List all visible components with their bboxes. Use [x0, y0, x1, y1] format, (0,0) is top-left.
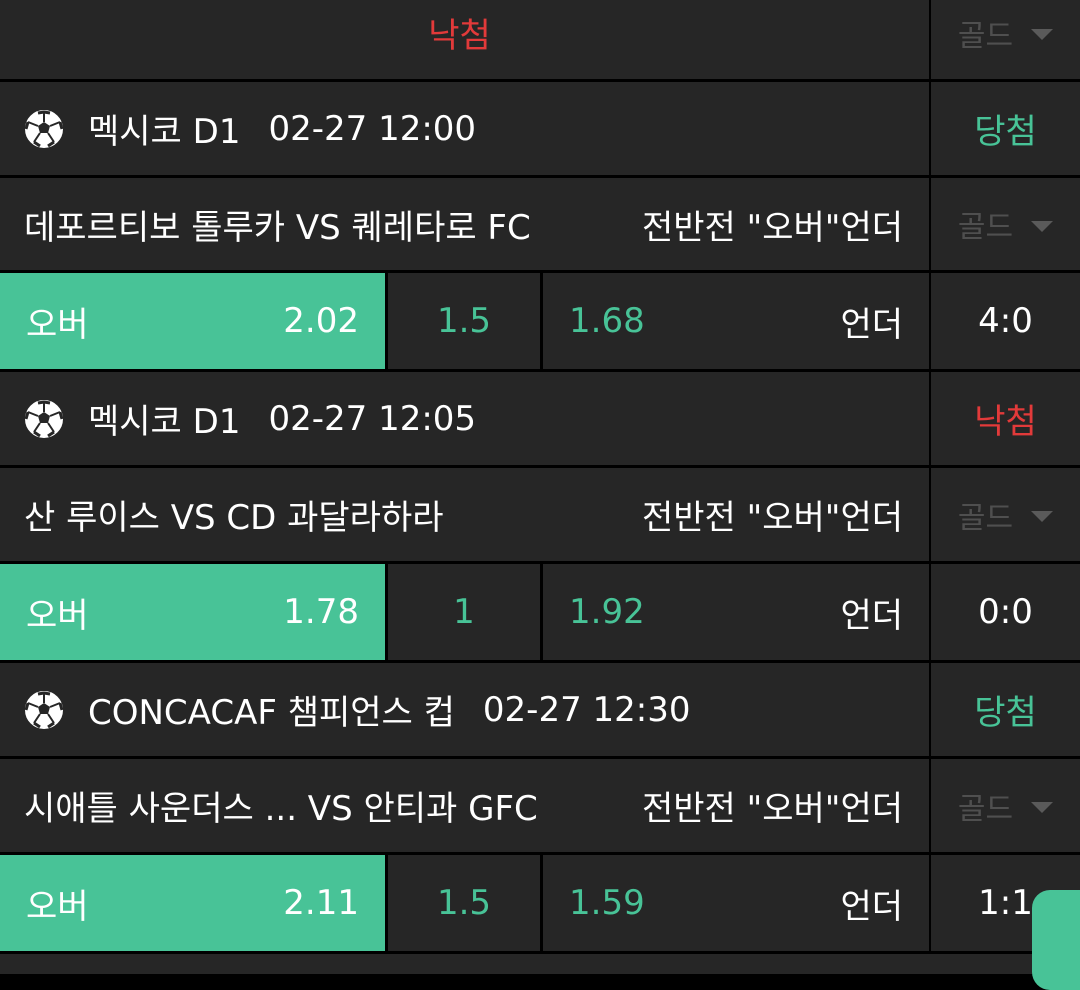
teams-cell: 데포르티보 톨루카 VS 퀘레타로 FC 전반전 "오버"언더	[0, 178, 929, 270]
score: 4:0	[978, 301, 1033, 341]
chevron-down-icon	[1031, 511, 1054, 522]
gold-dropdown[interactable]: 골드	[931, 468, 1080, 561]
chevron-down-icon	[1031, 29, 1054, 40]
teams-cell: 산 루이스 VS CD 과달라하라 전반전 "오버"언더	[0, 468, 929, 561]
over-odds-button[interactable]: 오버 2.02	[0, 273, 385, 369]
league-name: 멕시코 D1	[88, 402, 241, 442]
match-3-teams: 시애틀 사운더스 ... VS 안티과 GFC 전반전 "오버"언더 골드	[0, 759, 1080, 852]
match-datetime: 02-27 12:30	[482, 689, 691, 730]
match-datetime: 02-27 12:00	[268, 108, 477, 149]
under-odds: 1.68	[569, 301, 645, 341]
match-2-teams: 산 루이스 VS CD 과달라하라 전반전 "오버"언더 골드	[0, 468, 1080, 561]
result-badge-cell: 당첨	[931, 82, 1080, 175]
handicap-line: 1	[453, 592, 475, 632]
floating-action-button[interactable]	[1032, 890, 1080, 990]
top-status: 낙첨	[428, 16, 491, 56]
next-row-peek	[0, 954, 1080, 974]
line-cell: 1	[388, 564, 540, 660]
gold-dropdown[interactable]: 골드	[931, 759, 1080, 852]
gold-label: 골드	[957, 500, 1014, 536]
match-1-header: 멕시코 D1 02-27 12:00 당첨	[0, 82, 1080, 175]
under-label: 언더	[840, 595, 903, 636]
under-odds: 1.92	[569, 592, 645, 632]
under-odds-button[interactable]: 1.59 언더	[543, 855, 929, 951]
over-odds: 2.02	[283, 301, 359, 341]
over-label: 오버	[26, 886, 89, 927]
score-cell: 0:0	[931, 564, 1080, 660]
match-header-info: CONCACAF 챔피언스 컵 02-27 12:30	[0, 663, 929, 756]
match-1-teams: 데포르티보 톨루카 VS 퀘레타로 FC 전반전 "오버"언더 골드	[0, 178, 1080, 270]
result-badge: 당첨	[974, 112, 1037, 152]
gold-label: 골드	[957, 791, 1014, 827]
over-odds-button[interactable]: 오버 1.78	[0, 564, 385, 660]
match-header-info: 멕시코 D1 02-27 12:00	[0, 82, 929, 175]
soccer-ball-icon	[24, 690, 64, 729]
match-1-odds: 오버 2.02 1.5 1.68 언더 4:0	[0, 273, 1080, 369]
result-badge: 낙첨	[974, 402, 1037, 442]
handicap-line: 1.5	[436, 883, 492, 923]
match-datetime: 02-27 12:05	[268, 398, 477, 439]
result-badge-cell: 낙첨	[931, 372, 1080, 465]
market-name: 전반전 "오버"언더	[641, 789, 903, 829]
top-gold-dropdown[interactable]: 골드	[931, 0, 1080, 79]
over-odds: 1.78	[283, 592, 359, 632]
team-names: 산 루이스 VS CD 과달라하라	[24, 498, 444, 538]
under-label: 언더	[840, 886, 903, 927]
gold-dropdown[interactable]: 골드	[931, 178, 1080, 270]
line-cell: 1.5	[388, 273, 540, 369]
result-badge-cell: 당첨	[931, 663, 1080, 756]
market-name: 전반전 "오버"언더	[641, 498, 903, 538]
score: 1:1	[978, 883, 1033, 923]
over-label: 오버	[26, 304, 89, 345]
under-odds: 1.59	[569, 883, 645, 923]
score: 0:0	[978, 592, 1033, 632]
league-name: CONCACAF 챔피언스 컵	[88, 693, 455, 733]
match-2-odds: 오버 1.78 1 1.92 언더 0:0	[0, 564, 1080, 660]
over-odds: 2.11	[283, 883, 359, 923]
chevron-down-icon	[1031, 220, 1054, 232]
team-names: 데포르티보 톨루카 VS 퀘레타로 FC	[24, 207, 531, 248]
result-badge: 당첨	[974, 693, 1037, 733]
line-cell: 1.5	[388, 855, 540, 951]
market-name: 전반전 "오버"언더	[641, 207, 903, 248]
under-odds-button[interactable]: 1.68 언더	[543, 273, 929, 369]
gold-label: 골드	[957, 18, 1014, 54]
teams-cell: 시애틀 사운더스 ... VS 안티과 GFC 전반전 "오버"언더	[0, 759, 929, 852]
top-status-cell: 낙첨	[0, 0, 929, 79]
score-cell: 4:0	[931, 273, 1080, 369]
soccer-ball-icon	[24, 109, 64, 148]
soccer-ball-icon	[24, 399, 64, 438]
gold-label: 골드	[957, 210, 1014, 245]
over-odds-button[interactable]: 오버 2.11	[0, 855, 385, 951]
match-2-header: 멕시코 D1 02-27 12:05 낙첨	[0, 372, 1080, 465]
under-odds-button[interactable]: 1.92 언더	[543, 564, 929, 660]
match-header-info: 멕시코 D1 02-27 12:05	[0, 372, 929, 465]
over-label: 오버	[26, 595, 89, 636]
under-label: 언더	[840, 304, 903, 345]
team-names: 시애틀 사운더스 ... VS 안티과 GFC	[24, 789, 538, 829]
match-3-odds: 오버 2.11 1.5 1.59 언더 1:1	[0, 855, 1080, 951]
chevron-down-icon	[1031, 802, 1054, 813]
match-3-header: CONCACAF 챔피언스 컵 02-27 12:30 당첨	[0, 663, 1080, 756]
league-name: 멕시코 D1	[88, 112, 241, 152]
top-row: 낙첨 골드	[0, 0, 1080, 79]
handicap-line: 1.5	[436, 301, 492, 341]
